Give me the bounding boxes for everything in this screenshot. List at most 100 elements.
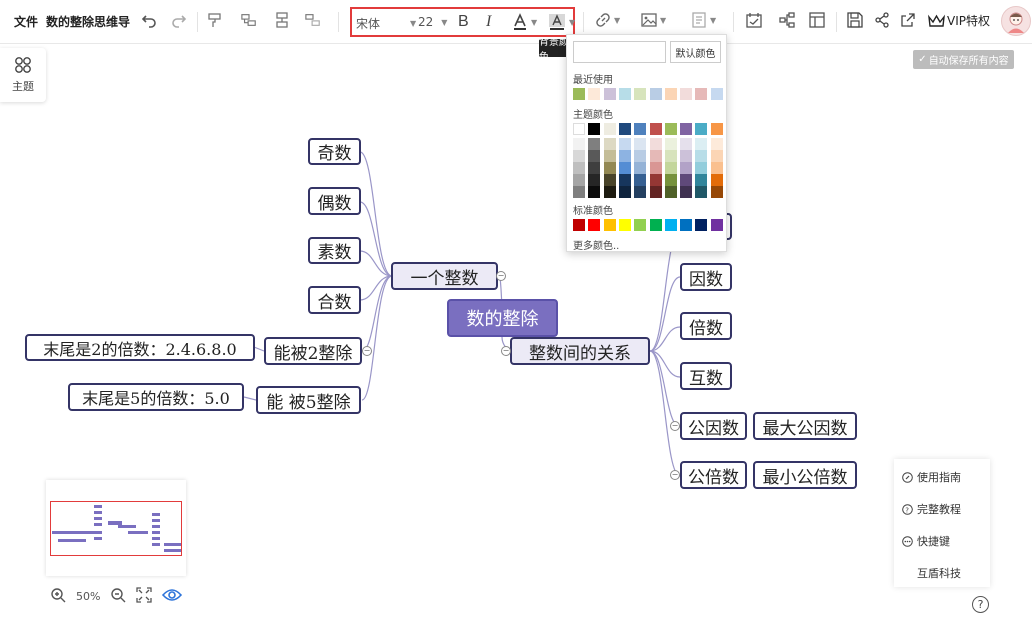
guide-link[interactable]: 使用指南 (902, 469, 961, 485)
color-swatch[interactable] (710, 88, 723, 100)
color-swatch[interactable] (634, 219, 647, 231)
color-swatch[interactable] (573, 88, 585, 100)
color-swatch[interactable] (649, 123, 662, 135)
minimap-viewport[interactable] (50, 501, 182, 556)
color-swatch[interactable] (588, 162, 601, 174)
color-swatch[interactable] (710, 186, 723, 198)
color-swatch[interactable] (710, 123, 723, 135)
color-swatch[interactable] (664, 150, 677, 162)
color-swatch[interactable] (649, 186, 662, 198)
color-swatch[interactable] (664, 138, 677, 150)
color-swatch[interactable] (649, 174, 662, 186)
insert-sibling-icon[interactable] (274, 12, 290, 28)
share-icon[interactable] (874, 12, 890, 28)
help-question-icon[interactable]: ? (972, 596, 989, 613)
tutorial-link[interactable]: ? 完整教程 (902, 501, 961, 517)
zoom-out-icon[interactable] (110, 587, 126, 606)
node-common-factor[interactable]: 公因数 (680, 412, 747, 440)
color-swatch[interactable] (588, 123, 601, 135)
background-color-icon[interactable]: ▼ (548, 13, 575, 31)
avatar[interactable] (1001, 6, 1031, 36)
color-swatch[interactable] (603, 88, 616, 100)
node-coprime[interactable]: 互数 (680, 362, 732, 390)
default-color-button[interactable]: 默认颜色 (670, 41, 721, 63)
italic-icon[interactable]: I (486, 13, 491, 31)
color-swatch[interactable] (573, 162, 585, 174)
save-icon[interactable] (847, 12, 863, 28)
fit-screen-icon[interactable] (136, 586, 153, 606)
color-swatch[interactable] (710, 219, 723, 231)
collapse-toggle[interactable]: − (670, 421, 680, 431)
collapse-toggle[interactable]: − (362, 346, 372, 356)
note-icon[interactable]: ▼ (691, 12, 716, 28)
color-swatch[interactable] (710, 138, 723, 150)
node-prime[interactable]: 素数 (308, 237, 361, 264)
color-swatch[interactable] (603, 150, 616, 162)
color-swatch[interactable] (695, 88, 708, 100)
color-swatch[interactable] (664, 162, 677, 174)
shortcuts-link[interactable]: 快捷键 (902, 533, 950, 549)
color-hex-input[interactable] (573, 41, 666, 63)
color-swatch[interactable] (649, 219, 662, 231)
more-colors-link[interactable]: 更多颜色.. (573, 237, 619, 252)
color-swatch[interactable] (680, 174, 693, 186)
color-swatch[interactable] (603, 138, 616, 150)
collapse-toggle[interactable]: − (501, 346, 511, 356)
color-swatch[interactable] (649, 162, 662, 174)
color-swatch[interactable] (618, 174, 631, 186)
vip-button[interactable]: VIP特权 (928, 12, 990, 29)
color-swatch[interactable] (680, 88, 693, 100)
node-multiple[interactable]: 倍数 (680, 312, 732, 340)
layout-icon[interactable] (809, 12, 825, 28)
color-swatch[interactable] (664, 219, 677, 231)
color-swatch[interactable] (603, 186, 616, 198)
color-swatch[interactable] (695, 150, 708, 162)
color-swatch[interactable] (588, 219, 601, 231)
node-gcd[interactable]: 最大公因数 (753, 412, 857, 440)
color-swatch[interactable] (603, 174, 616, 186)
node-factor[interactable]: 因数 (680, 263, 732, 291)
color-swatch[interactable] (618, 88, 631, 100)
node-composite[interactable]: 合数 (308, 286, 361, 314)
color-swatch[interactable] (573, 186, 585, 198)
redo-icon[interactable] (171, 12, 187, 28)
color-swatch[interactable] (695, 123, 708, 135)
color-swatch[interactable] (573, 138, 585, 150)
color-swatch[interactable] (618, 138, 631, 150)
structure-icon[interactable] (779, 12, 795, 28)
color-swatch[interactable] (710, 150, 723, 162)
node-odd[interactable]: 奇数 (308, 138, 361, 165)
color-swatch[interactable] (573, 174, 585, 186)
color-swatch[interactable] (618, 219, 631, 231)
insert-parent-icon[interactable] (305, 12, 321, 28)
minimap[interactable] (46, 480, 186, 576)
color-swatch[interactable] (680, 186, 693, 198)
image-icon[interactable]: ▼ (641, 12, 666, 28)
node-even[interactable]: 偶数 (308, 187, 361, 215)
color-swatch[interactable] (618, 162, 631, 174)
color-swatch[interactable] (603, 162, 616, 174)
color-swatch[interactable] (695, 162, 708, 174)
root-node[interactable]: 数的整除 (447, 299, 558, 337)
color-swatch[interactable] (588, 138, 601, 150)
color-swatch[interactable] (695, 174, 708, 186)
node-divisible-by-2[interactable]: 能被2整除 (264, 337, 362, 365)
color-swatch[interactable] (618, 123, 631, 135)
font-color-icon[interactable]: ▼ (512, 13, 537, 31)
color-swatch[interactable] (710, 174, 723, 186)
note-multiple-of-5[interactable]: 末尾是5的倍数：5.0 (68, 383, 244, 411)
eye-icon[interactable] (162, 587, 183, 606)
branch-one-number[interactable]: 一个整数 (391, 262, 498, 290)
color-swatch[interactable] (634, 162, 647, 174)
color-swatch[interactable] (634, 150, 647, 162)
color-swatch[interactable] (695, 138, 708, 150)
color-swatch[interactable] (603, 219, 616, 231)
color-swatch[interactable] (664, 186, 677, 198)
link-icon[interactable]: ▼ (595, 12, 620, 28)
color-swatch[interactable] (680, 162, 693, 174)
document-title[interactable]: 数的整除思维导 (46, 13, 130, 30)
color-swatch[interactable] (634, 186, 647, 198)
node-divisible-by-5[interactable]: 能 被5整除 (256, 386, 361, 414)
color-swatch[interactable] (634, 174, 647, 186)
color-swatch[interactable] (634, 88, 647, 100)
